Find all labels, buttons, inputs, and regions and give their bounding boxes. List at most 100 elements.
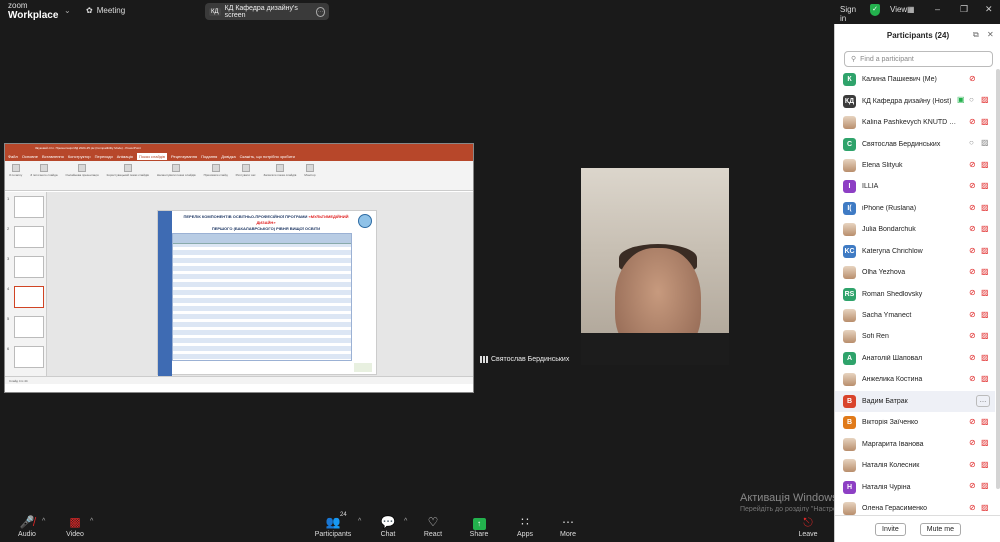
chevron-down-icon[interactable]: ⌄	[64, 6, 71, 15]
participant-row[interactable]: Наталія Колесник ⊘ ▨	[835, 455, 995, 476]
camera-off-icon: ▨	[981, 459, 989, 469]
brand-line2: Workplace	[8, 10, 59, 21]
participant-row[interactable]: Маргарита Іванова ⊘ ▨	[835, 433, 995, 454]
avatar	[843, 373, 856, 387]
participant-name: Анжелика Костина	[862, 376, 923, 384]
grid-view-icon[interactable]: ▦	[907, 5, 915, 14]
camera-off-icon: ▨	[981, 95, 989, 105]
mic-muted-icon: ⊘	[969, 181, 976, 191]
participant-row[interactable]: I ILLIA ⊘ ▨	[835, 176, 995, 197]
video-caret-icon[interactable]: ^	[90, 518, 93, 525]
participants-caret-icon[interactable]: ^	[358, 518, 361, 525]
avatar: RS	[843, 287, 856, 301]
participant-row[interactable]: Elena Slityuk ⊘ ▨	[835, 155, 995, 176]
chat-caret-icon[interactable]: ^	[404, 518, 407, 525]
audio-label: Audio	[18, 531, 36, 538]
camera-off-icon: ▨	[981, 202, 989, 212]
ppt-ribbon-group: Приховати слайд	[204, 164, 228, 187]
slide-thumbnails: 1 2 3 4 5 6	[5, 192, 47, 384]
ribbon-group-label: Монітор	[304, 173, 316, 177]
meeting-tab[interactable]: ✿ Meeting	[86, 6, 125, 15]
mic-muted-icon: ⊘	[969, 116, 976, 126]
avatar: I(	[843, 201, 856, 215]
apps-button[interactable]: ∷ Apps	[505, 514, 545, 538]
participant-name: Olha Yezhova	[862, 269, 906, 277]
zoom-logo: zoom Workplace	[8, 2, 58, 21]
participant-row[interactable]: Sacha Ymanect ⊘ ▨	[835, 305, 995, 326]
close-icon[interactable]: ✕	[985, 4, 993, 15]
ribbon-group-label: Користувацький показ слайдів	[106, 173, 149, 177]
avatar	[843, 437, 856, 451]
mic-muted-icon: 🎤̸	[19, 515, 35, 529]
avatar	[843, 459, 856, 473]
camera-off-icon: ▨	[981, 116, 989, 126]
participant-video[interactable]	[581, 168, 729, 365]
audio-caret-icon[interactable]: ^	[42, 518, 45, 525]
ppt-workspace: 1 2 3 4 5 6 ПЕРЕЛІК КОМПОНЕНТІВ ОСВІТНЬО-ПРОФ…	[5, 192, 473, 384]
participant-row[interactable]: В Вадим Батрак…	[835, 390, 995, 412]
sharing-icon: ▣	[957, 95, 965, 105]
more-options-icon[interactable]: ···	[315, 6, 325, 17]
participant-row[interactable]: I(iPhone (Ruslana) ⊘ ▨	[835, 198, 995, 219]
invite-button[interactable]: Invite	[875, 522, 906, 536]
participant-more-button[interactable]: …	[976, 394, 990, 407]
mic-muted-icon: ⊘	[969, 245, 976, 255]
participant-row[interactable]: В Вікторія Заїченко ⊘ ▨	[835, 412, 995, 433]
participant-row[interactable]: Julia Bondarchuk ⊘ ▨	[835, 219, 995, 240]
chat-button[interactable]: 💬 Chat	[368, 514, 408, 538]
participant-row[interactable]: Н Наталія Чуріна ⊘ ▨	[835, 476, 995, 497]
participant-row[interactable]: С Святослав Бердинських ○ ▨	[835, 133, 995, 154]
panel-scrollbar[interactable]	[996, 69, 1000, 489]
apps-label: Apps	[517, 531, 533, 538]
camera-off-icon: ▩	[69, 515, 81, 529]
participant-row[interactable]: Kalina Pashkevych KNUTD Ukraine ⊘ ▨	[835, 112, 995, 133]
participants-button[interactable]: 👥 Participants	[311, 514, 355, 538]
paw-icon: ✿	[86, 6, 93, 15]
avatar	[843, 501, 856, 515]
share-button[interactable]: ↑ Share	[459, 514, 499, 538]
react-button[interactable]: ♡ React	[413, 514, 453, 538]
camera-off-icon: ▨	[981, 245, 989, 255]
more-label: More	[560, 531, 576, 538]
participant-row[interactable]: Анжелика Костина ⊘ ▨	[835, 369, 995, 390]
share-label-btn: Share	[469, 531, 489, 538]
sign-in-button[interactable]: Sign in	[840, 5, 856, 23]
participant-name: Kalina Pashkevych KNUTD Ukraine	[862, 119, 960, 127]
ppt-ribbon-group: Записати показ слайдів	[263, 164, 296, 187]
mic-muted-icon: ⊘	[969, 374, 976, 384]
mute-me-button[interactable]: Mute me	[919, 522, 961, 536]
participant-row[interactable]: RS Roman Shedlovsky ⊘ ▨	[835, 283, 995, 304]
panel-close-icon[interactable]: ✕	[987, 30, 994, 39]
participant-row[interactable]: А Анатолій Шаповал ⊘ ▨	[835, 348, 995, 369]
leave-button[interactable]: ⎋ Leave	[788, 514, 828, 538]
popout-icon[interactable]: ⧉	[973, 30, 979, 40]
audio-button[interactable]: 🎤̸ Audio	[7, 514, 47, 538]
participant-row[interactable]: К Калина Пашкевич (Me) ⊘	[835, 69, 995, 90]
mic-icon: ○	[969, 138, 974, 148]
ribbon-command-icon	[305, 164, 314, 172]
ribbon-group-label: Налаштувати показ слайдів	[156, 173, 196, 177]
view-button[interactable]: View	[890, 5, 907, 14]
search-icon: ⚲	[851, 56, 857, 63]
avatar	[843, 223, 856, 237]
mic-muted-icon: ⊘	[969, 352, 976, 362]
participant-row[interactable]: Sofi Ren ⊘ ▨	[835, 326, 995, 347]
ppt-status-bar: Слайд 4 із 44	[5, 376, 473, 384]
ribbon-command-icon	[39, 164, 48, 172]
minimize-icon[interactable]: –	[935, 4, 940, 14]
participant-name: Наталія Чуріна	[862, 483, 911, 491]
restore-icon[interactable]: ❐	[960, 4, 968, 15]
mic-muted-icon: ⊘	[969, 202, 976, 212]
ppt-tab: Показ слайдів	[136, 153, 168, 160]
more-button[interactable]: ⋯ More	[548, 514, 588, 538]
screen-share-pill[interactable]: КД КД Кафедра дизайну's screen ···	[205, 3, 329, 20]
search-input[interactable]: ⚲ Find a participant	[844, 51, 993, 67]
video-button[interactable]: ▩ Video	[55, 514, 95, 538]
ppt-ribbon-group: Рихтувати час	[236, 164, 255, 187]
participant-row[interactable]: Olha Yezhova ⊘ ▨	[835, 262, 995, 283]
mic-muted-icon: ⊘	[969, 288, 976, 298]
participant-row[interactable]: KC Kateryna Chrichlow ⊘ ▨	[835, 241, 995, 262]
participant-name: Julia Bondarchuk	[862, 226, 916, 234]
shield-check-icon[interactable]: ✓	[870, 4, 880, 16]
participant-row[interactable]: КД КД Кафедра дизайну (Host) ▣ ○ ▨	[835, 90, 995, 111]
